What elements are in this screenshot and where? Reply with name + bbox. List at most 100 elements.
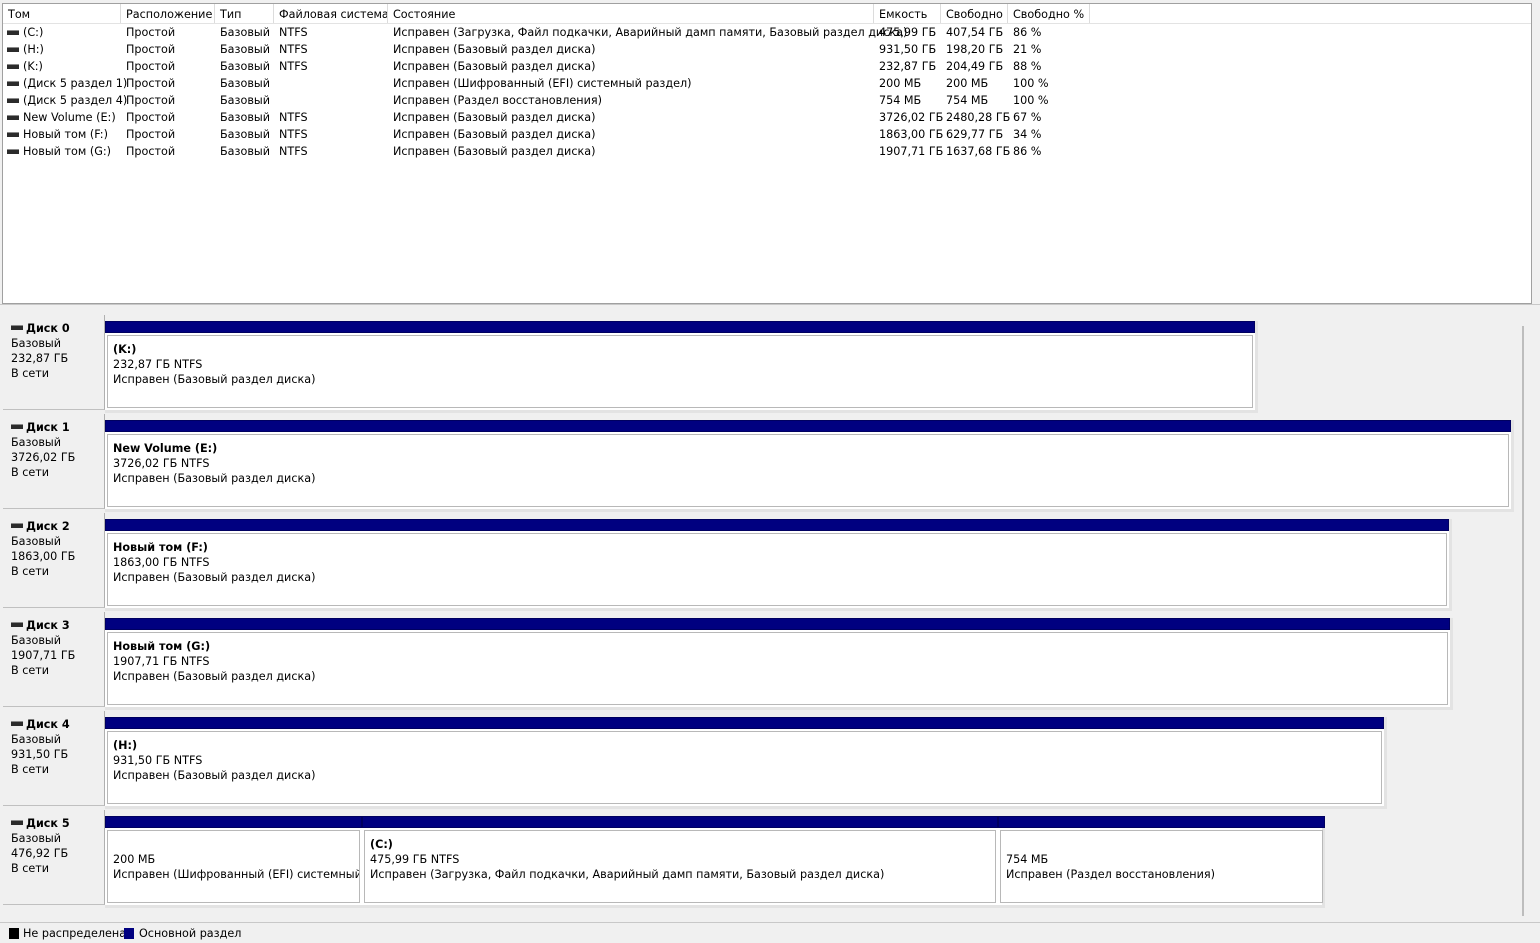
column-header-volume[interactable]: Том	[3, 4, 121, 23]
vertical-scrollbar[interactable]	[1522, 326, 1524, 916]
drive-icon	[7, 97, 19, 103]
column-header-filesystem[interactable]: Файловая система	[274, 4, 388, 23]
disk-icon	[11, 423, 23, 429]
volume-name-cell: New Volume (E:)	[7, 109, 116, 126]
disk-info-3[interactable]: Диск 3 Базовый 1907,71 ГБ В сети	[3, 612, 105, 707]
disk-state: В сети	[11, 565, 50, 578]
disk-type: Базовый	[11, 634, 62, 647]
volume-name-cell: (K:)	[7, 58, 43, 75]
column-header-free-percent[interactable]: Свободно %	[1008, 4, 1090, 23]
partition-body: (C:) 475,99 ГБ NTFS Исправен (Загрузка, Фа…	[364, 830, 996, 903]
partition[interactable]: (C:) 475,99 ГБ NTFS Исправен (Загрузка, Фа…	[362, 816, 998, 905]
volume-type-cell: Базовый	[220, 145, 271, 158]
volume-capacity-cell: 1907,71 ГБ	[879, 145, 944, 158]
partition-size: 1863,00 ГБ NTFS	[113, 556, 210, 569]
volume-name: New Volume (E:)	[23, 111, 116, 124]
partition[interactable]: Новый том (F:) 1863,00 ГБ NTFS Исправен (Б…	[105, 519, 1449, 608]
legend-label-primary: Основной раздел	[139, 927, 242, 940]
disk-info-2[interactable]: Диск 2 Базовый 1863,00 ГБ В сети	[3, 513, 105, 608]
volume-name-cell: Новый том (G:)	[7, 143, 111, 160]
column-header-type[interactable]: Тип	[215, 4, 274, 23]
disk-info-5[interactable]: Диск 5 Базовый 476,92 ГБ В сети	[3, 810, 105, 905]
partition[interactable]: 200 МБ Исправен (Шифрованный (EFI) систем…	[105, 816, 362, 905]
volume-capacity-cell: 754 МБ	[879, 94, 922, 107]
disk-name-label: Диск 5	[26, 817, 70, 830]
volume-capacity-cell: 931,50 ГБ	[879, 43, 937, 56]
disk-info-1[interactable]: Диск 1 Базовый 3726,02 ГБ В сети	[3, 414, 105, 509]
disk-state: В сети	[11, 862, 50, 875]
column-header-layout[interactable]: Расположение	[121, 4, 215, 23]
disk-type: Базовый	[11, 535, 62, 548]
legend-label-unallocated: Не распределена	[23, 927, 127, 940]
partition-status: Исправен (Базовый раздел диска)	[113, 670, 316, 683]
volume-name-cell: (C:)	[7, 24, 43, 41]
partition-body: 754 МБ Исправен (Раздел восстановления)	[1000, 830, 1323, 903]
volume-status-cell: Исправен (Раздел восстановления)	[393, 94, 602, 107]
column-header-capacity[interactable]: Емкость	[874, 4, 941, 23]
column-header-status[interactable]: Состояние	[388, 4, 874, 23]
volume-free-cell: 200 МБ	[946, 77, 989, 90]
disk-name: Диск 2	[11, 519, 104, 534]
disk-name: Диск 5	[11, 816, 104, 831]
volume-row[interactable]: (H:) Простой Базовый NTFS Исправен (Базовый …	[3, 41, 1531, 58]
partition-body: New Volume (E:) 3726,02 ГБ NTFS Исправен (…	[107, 434, 1509, 507]
partition-type-bar	[105, 420, 1511, 432]
partition-title: Новый том (F:)	[113, 541, 208, 554]
partition[interactable]: Новый том (G:) 1907,71 ГБ NTFS Исправен (Б…	[105, 618, 1450, 707]
partition-status: Исправен (Базовый раздел диска)	[113, 769, 316, 782]
disk-name-label: Диск 0	[26, 322, 70, 335]
volume-list[interactable]: Том Расположение Тип Файловая система Со…	[2, 3, 1532, 304]
partition-type-bar	[105, 717, 1384, 729]
disk-info-4[interactable]: Диск 4 Базовый 931,50 ГБ В сети	[3, 711, 105, 806]
volume-status-cell: Исправен (Загрузка, Файл подкачки, Авари…	[393, 26, 908, 39]
partition-body: Новый том (G:) 1907,71 ГБ NTFS Исправен (Б…	[107, 632, 1448, 705]
volume-name-cell: (Диск 5 раздел 4)	[7, 92, 127, 109]
partition[interactable]: (H:) 931,50 ГБ NTFS Исправен (Базовый разд…	[105, 717, 1384, 806]
volume-capacity-cell: 200 МБ	[879, 77, 922, 90]
partition-type-bar	[105, 519, 1449, 531]
disk-icon	[11, 819, 23, 825]
volume-row[interactable]: (C:) Простой Базовый NTFS Исправен (Загрузка…	[3, 24, 1531, 41]
volume-free-cell: 204,49 ГБ	[946, 60, 1004, 73]
volume-row[interactable]: Новый том (G:) Простой Базовый NTFS Исправен…	[3, 143, 1531, 160]
volume-free-cell: 407,54 ГБ	[946, 26, 1004, 39]
volume-free-cell: 1637,68 ГБ	[946, 145, 1011, 158]
volume-capacity-cell: 232,87 ГБ	[879, 60, 937, 73]
volume-name-cell: Новый том (F:)	[7, 126, 108, 143]
volume-row[interactable]: (K:) Простой Базовый NTFS Исправен (Базовый …	[3, 58, 1531, 75]
partition-title	[1006, 837, 1322, 852]
disk-icon	[11, 522, 23, 528]
volume-free-cell: 2480,28 ГБ	[946, 111, 1011, 124]
volume-name: (Диск 5 раздел 4)	[23, 94, 128, 107]
volume-row[interactable]: (Диск 5 раздел 1) Простой Базовый Исправен …	[3, 75, 1531, 92]
disk-name-label: Диск 2	[26, 520, 70, 533]
volume-list-header: Том Расположение Тип Файловая система Со…	[3, 4, 1531, 24]
partition[interactable]: New Volume (E:) 3726,02 ГБ NTFS Исправен (…	[105, 420, 1511, 509]
volume-layout-cell: Простой	[126, 111, 176, 124]
partition[interactable]: (K:) 232,87 ГБ NTFS Исправен (Базовый разд…	[105, 321, 1255, 410]
drive-icon	[7, 29, 19, 35]
volume-row[interactable]: Новый том (F:) Простой Базовый NTFS Исправен…	[3, 126, 1531, 143]
partition-status: Исправен (Раздел восстановления)	[1006, 868, 1215, 881]
volume-row[interactable]: New Volume (E:) Простой Базовый NTFS Исправе…	[3, 109, 1531, 126]
volume-row[interactable]: (Диск 5 раздел 4) Простой Базовый Исправен …	[3, 92, 1531, 109]
partition[interactable]: 754 МБ Исправен (Раздел восстановления)	[998, 816, 1325, 905]
partition-body: (H:) 931,50 ГБ NTFS Исправен (Базовый разд…	[107, 731, 1382, 804]
disk-name-label: Диск 3	[26, 619, 70, 632]
volume-type-cell: Базовый	[220, 26, 271, 39]
volume-fs-cell: NTFS	[279, 43, 308, 56]
volume-type-cell: Базовый	[220, 60, 271, 73]
partition-size: 931,50 ГБ NTFS	[113, 754, 203, 767]
column-header-free[interactable]: Свободно	[941, 4, 1008, 23]
volume-type-cell: Базовый	[220, 77, 271, 90]
disk-info-0[interactable]: Диск 0 Базовый 232,87 ГБ В сети	[3, 315, 105, 410]
volume-name: (Диск 5 раздел 1)	[23, 77, 128, 90]
volume-status-cell: Исправен (Базовый раздел диска)	[393, 60, 596, 73]
volume-capacity-cell: 475,99 ГБ	[879, 26, 937, 39]
volume-type-cell: Базовый	[220, 128, 271, 141]
volume-fs-cell: NTFS	[279, 111, 308, 124]
partition-title: (H:)	[113, 739, 138, 752]
volume-free-cell: 629,77 ГБ	[946, 128, 1004, 141]
partition-body: Новый том (F:) 1863,00 ГБ NTFS Исправен (Б…	[107, 533, 1447, 606]
disk-type: Базовый	[11, 832, 62, 845]
